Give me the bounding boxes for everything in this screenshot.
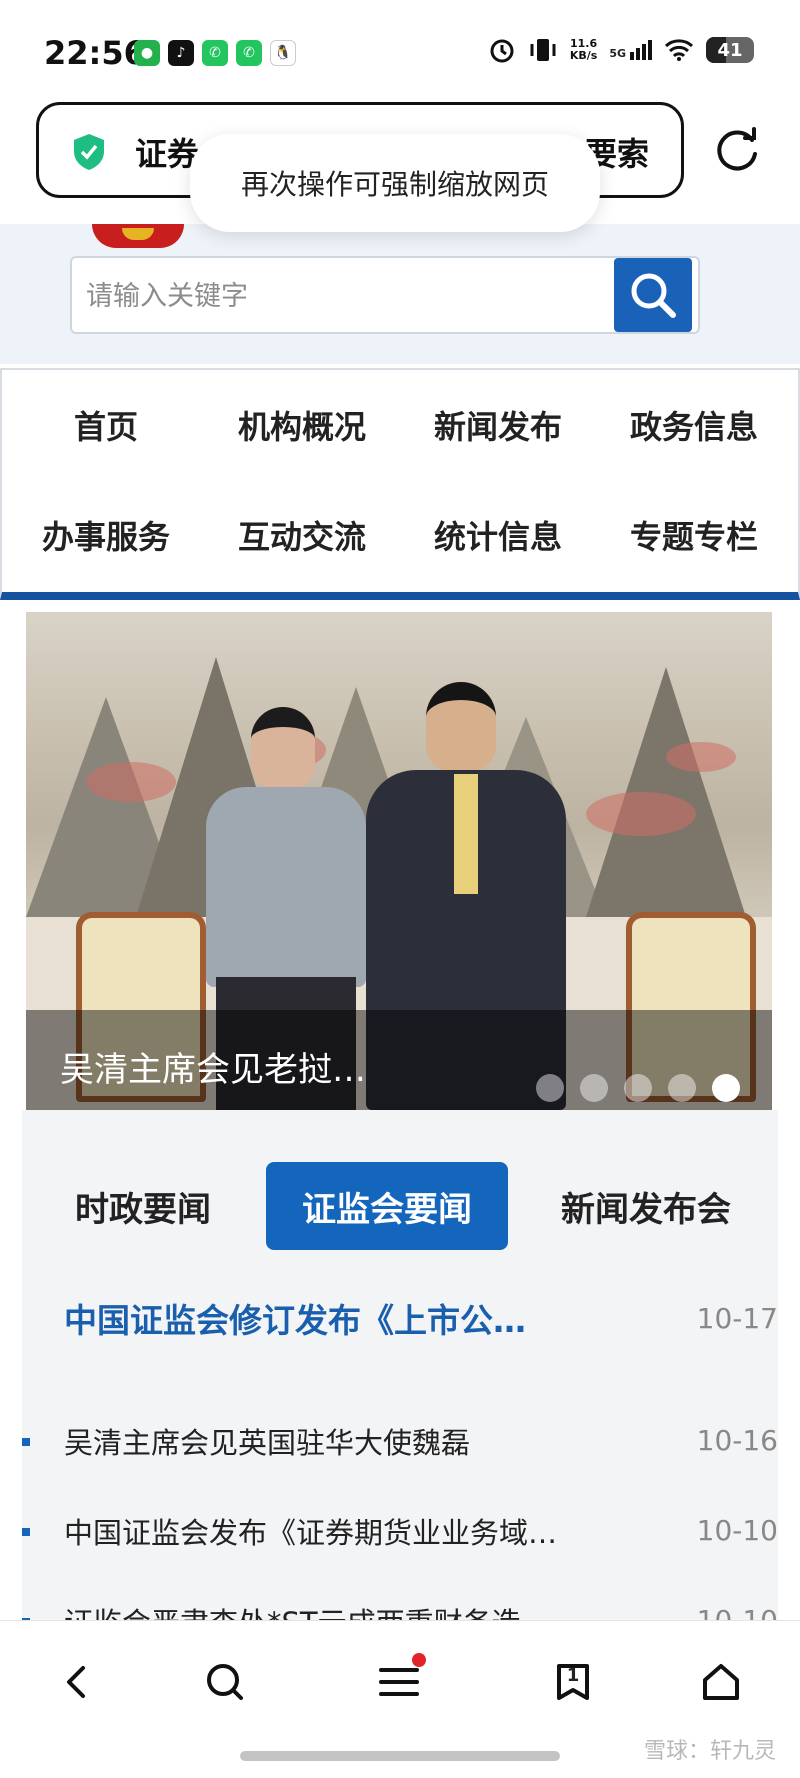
news-carousel[interactable]: 吴清主席会见老挝… bbox=[26, 612, 772, 1110]
wechat-icon: ● bbox=[134, 40, 160, 66]
browser-toolbar: 1 雪球：轩九灵 bbox=[0, 1620, 800, 1778]
carousel-dot-active[interactable] bbox=[712, 1074, 740, 1102]
news-item[interactable]: 吴清主席会见英国驻华大使魏磊 10-16 bbox=[22, 1412, 778, 1472]
news-tabs: 时政要闻 证监会要闻 新闻发布会 bbox=[22, 1162, 778, 1252]
national-emblem bbox=[92, 224, 184, 248]
secure-shield-icon bbox=[74, 134, 104, 170]
menu-icon bbox=[379, 1668, 419, 1696]
zoom-toast: 再次操作可强制缩放网页 bbox=[190, 134, 600, 232]
gesture-bar bbox=[240, 1751, 560, 1761]
site-header bbox=[0, 224, 800, 364]
carousel-dot[interactable] bbox=[580, 1074, 608, 1102]
news-item-title[interactable]: 中国证监会发布《证券期货业业务域… bbox=[64, 1510, 684, 1552]
nav-interaction[interactable]: 互动交流 bbox=[204, 480, 400, 590]
carousel-dot[interactable] bbox=[624, 1074, 652, 1102]
bullet-icon bbox=[22, 1438, 30, 1446]
status-bar: 22:56 ● ♪ ✆ ✆ 🐧 11.6 KB/s 5G 41 bbox=[0, 0, 800, 100]
carousel-caption[interactable]: 吴清主席会见老挝… bbox=[60, 1042, 366, 1091]
tab-press-conference[interactable]: 新闻发布会 bbox=[526, 1162, 766, 1250]
refresh-icon[interactable] bbox=[712, 126, 762, 176]
phone-call-icon: ✆ bbox=[236, 40, 262, 66]
search-button[interactable] bbox=[614, 258, 692, 332]
vibrate-icon bbox=[530, 39, 556, 61]
news-item-title[interactable]: 吴清主席会见英国驻华大使魏磊 bbox=[64, 1420, 684, 1462]
home-icon bbox=[703, 1664, 739, 1700]
net-speed: 11.6 KB/s bbox=[569, 37, 598, 62]
battery-icon: 41 bbox=[706, 37, 754, 63]
site-search bbox=[70, 256, 700, 334]
notification-icons: ● ♪ ✆ ✆ 🐧 bbox=[134, 40, 296, 66]
back-arrow-icon bbox=[67, 1666, 85, 1698]
main-nav: 首页 机构概况 新闻发布 政务信息 办事服务 互动交流 统计信息 专题专栏 bbox=[0, 368, 800, 600]
news-item-date: 10-10 bbox=[696, 1514, 778, 1547]
search-input[interactable] bbox=[86, 272, 606, 320]
signal-icon: 5G bbox=[609, 40, 652, 60]
qq-icon: 🐧 bbox=[270, 40, 296, 66]
tab-politics-news[interactable]: 时政要闻 bbox=[38, 1162, 248, 1250]
headline-date: 10-17 bbox=[696, 1302, 778, 1335]
search-tab-button[interactable] bbox=[198, 1655, 252, 1709]
nav-government-info[interactable]: 政务信息 bbox=[596, 370, 792, 480]
system-icons: 11.6 KB/s 5G 41 bbox=[488, 36, 754, 64]
watermark: 雪球：轩九灵 bbox=[643, 1739, 776, 1764]
tabs-button[interactable]: 1 bbox=[546, 1655, 600, 1709]
wifi-icon bbox=[664, 39, 694, 61]
nav-news-release[interactable]: 新闻发布 bbox=[400, 370, 596, 480]
nav-statistics[interactable]: 统计信息 bbox=[400, 480, 596, 590]
back-button[interactable] bbox=[50, 1655, 104, 1709]
nav-organization[interactable]: 机构概况 bbox=[204, 370, 400, 480]
carousel-dot[interactable] bbox=[536, 1074, 564, 1102]
news-item-date: 10-16 bbox=[696, 1424, 778, 1457]
phone-icon: ✆ bbox=[202, 40, 228, 66]
nav-special-topics[interactable]: 专题专栏 bbox=[596, 480, 792, 590]
search-icon bbox=[207, 1664, 243, 1700]
news-item[interactable]: 中国证监会发布《证券期货业业务域… 10-10 bbox=[22, 1502, 778, 1562]
alarm-icon bbox=[490, 39, 514, 63]
nav-services[interactable]: 办事服务 bbox=[8, 480, 204, 590]
menu-button[interactable] bbox=[372, 1653, 426, 1709]
nav-home[interactable]: 首页 bbox=[8, 370, 204, 480]
search-icon bbox=[631, 273, 676, 318]
tab-count: 1 bbox=[566, 1665, 580, 1686]
notification-dot bbox=[412, 1653, 426, 1667]
carousel-dots bbox=[536, 1074, 740, 1102]
carousel-dot[interactable] bbox=[668, 1074, 696, 1102]
tiktok-icon: ♪ bbox=[168, 40, 194, 66]
headline-link[interactable]: 中国证监会修订发布《上市公… bbox=[64, 1294, 624, 1342]
clock: 22:56 bbox=[44, 34, 146, 72]
bullet-icon bbox=[22, 1528, 30, 1536]
home-button[interactable] bbox=[694, 1655, 748, 1709]
tab-csrc-news[interactable]: 证监会要闻 bbox=[266, 1162, 508, 1250]
news-section: 时政要闻 证监会要闻 新闻发布会 中国证监会修订发布《上市公… 10-17 吴清… bbox=[22, 1110, 778, 1640]
